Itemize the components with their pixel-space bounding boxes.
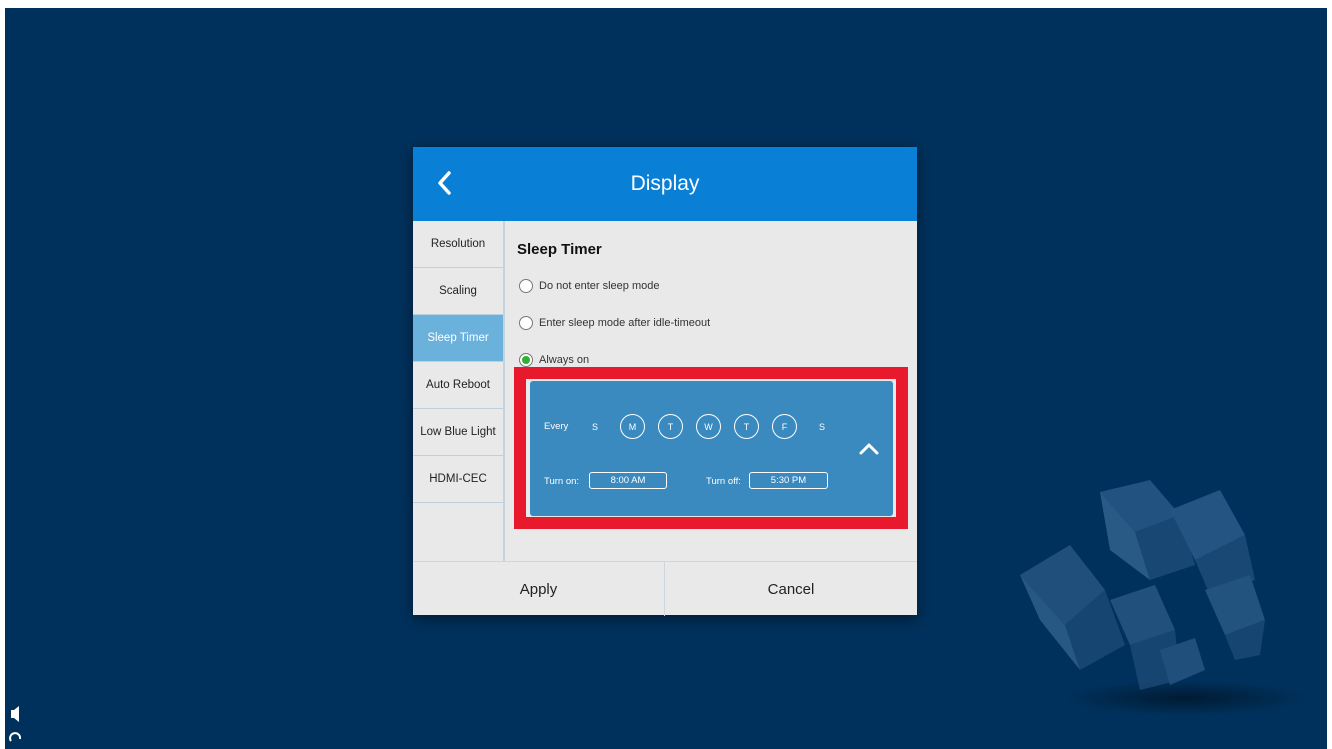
option-always-on[interactable]: Always on	[519, 353, 589, 367]
every-label: Every	[544, 421, 569, 432]
refresh-icon[interactable]	[5, 727, 27, 747]
option-label: Do not enter sleep mode	[539, 280, 660, 292]
turn-off-time-field[interactable]: 5:30 PM	[749, 472, 828, 489]
chevron-up-icon[interactable]	[858, 441, 880, 457]
tab-hdmi-cec[interactable]: HDMI-CEC	[413, 456, 503, 503]
day-monday[interactable]: M	[620, 414, 645, 439]
cancel-button[interactable]: Cancel	[665, 562, 917, 616]
tab-auto-reboot[interactable]: Auto Reboot	[413, 362, 503, 409]
day-tuesday[interactable]: T	[658, 414, 683, 439]
day-friday[interactable]: F	[772, 414, 797, 439]
dialog-header: Display	[413, 147, 917, 221]
cubes-logo	[1020, 480, 1265, 690]
radio-button[interactable]	[519, 316, 533, 330]
chevron-left-icon	[438, 171, 451, 195]
tab-resolution[interactable]: Resolution	[413, 221, 503, 268]
day-wednesday[interactable]: W	[696, 414, 721, 439]
dialog-title: Display	[630, 172, 700, 195]
tab-sleep-timer[interactable]: Sleep Timer	[413, 315, 503, 362]
sidebar: Resolution Scaling Sleep Timer Auto Rebo…	[413, 221, 505, 561]
option-idle-timeout[interactable]: Enter sleep mode after idle-timeout	[519, 316, 710, 330]
option-label: Always on	[539, 354, 590, 366]
day-sunday[interactable]: S	[592, 414, 598, 439]
radio-button-selected[interactable]	[519, 353, 533, 367]
turn-on-time-field[interactable]: 8:00 AM	[589, 472, 667, 489]
volume-icon[interactable]	[5, 704, 27, 724]
tab-low-blue-light[interactable]: Low Blue Light	[413, 409, 503, 456]
apply-button[interactable]: Apply	[413, 562, 664, 616]
section-title: Sleep Timer	[517, 241, 602, 258]
back-button[interactable]	[427, 165, 461, 201]
day-saturday[interactable]: S	[819, 414, 825, 439]
dialog-footer: Apply Cancel	[413, 561, 917, 616]
tab-scaling[interactable]: Scaling	[413, 268, 503, 315]
option-no-sleep[interactable]: Do not enter sleep mode	[519, 279, 659, 293]
radio-button[interactable]	[519, 279, 533, 293]
option-label: Enter sleep mode after idle-timeout	[539, 317, 711, 329]
turn-on-label: Turn on:	[544, 476, 580, 487]
day-thursday[interactable]: T	[734, 414, 759, 439]
turn-off-label: Turn off:	[706, 476, 741, 487]
radio-dot	[522, 356, 530, 364]
schedule-panel: Every S M T W T F S Turn on: 8:00 AM Tur…	[530, 381, 893, 516]
